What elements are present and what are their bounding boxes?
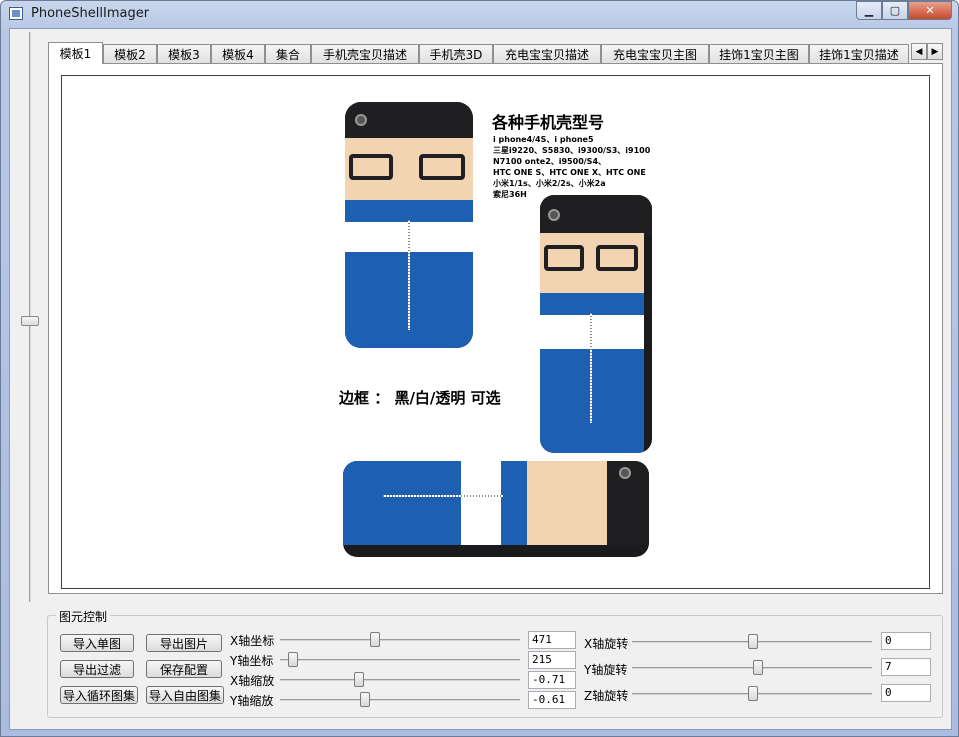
phone-case-front [345, 102, 473, 348]
y-scale-field[interactable]: -0.61 [528, 691, 576, 709]
x-position-slider-thumb[interactable] [370, 632, 380, 647]
product-image: 各种手机壳型号 i phone4/4S、i phone5 三星i9220、S58… [317, 91, 673, 569]
tab-template-3[interactable]: 模板3 [157, 44, 211, 63]
model-line: N7100 onte2、i9500/S4、 [493, 157, 607, 166]
y-scale-slider[interactable] [280, 692, 520, 707]
x-rotation-label: X轴旋转 [584, 637, 629, 651]
window-title: PhoneShellImager [31, 6, 150, 21]
tab-power-bank-description[interactable]: 充电宝宝贝描述 [493, 44, 601, 63]
frame-options-text: 边框 ： 黑/白/透明 可选 [339, 389, 501, 407]
tab-template-4[interactable]: 模板4 [211, 44, 265, 63]
tab-pane: 各种手机壳型号 i phone4/4S、i phone5 三星i9220、S58… [48, 63, 943, 594]
y-position-slider-thumb[interactable] [288, 652, 298, 667]
x-scale-label: X轴缩放 [230, 674, 275, 688]
y-rotation-slider-thumb[interactable] [753, 660, 763, 675]
x-position-label: X轴坐标 [230, 634, 275, 648]
title-bar[interactable]: PhoneShellImager ▁ ▢ ✕ [1, 1, 958, 27]
model-line: i phone4/4S、i phone5 [493, 135, 594, 144]
save-config-button[interactable]: 保存配置 [146, 660, 222, 678]
y-position-field[interactable]: 215 [528, 651, 576, 669]
tab-scroll-left-icon[interactable]: ◀ [911, 43, 927, 60]
product-title: 各种手机壳型号 [492, 113, 605, 132]
close-button[interactable]: ✕ [908, 1, 952, 20]
z-rotation-label: Z轴旋转 [584, 689, 629, 703]
y-rotation-field[interactable]: 7 [881, 658, 931, 676]
tab-phone-case-3d[interactable]: 手机壳3D [419, 44, 493, 63]
x-scale-slider-thumb[interactable] [354, 672, 364, 687]
tab-power-bank-main-image[interactable]: 充电宝宝贝主图 [601, 44, 709, 63]
y-rotation-slider[interactable] [632, 660, 872, 675]
model-line: 小米1/1s、小米2/2s、小米2a [493, 179, 606, 188]
model-line: HTC ONE S、HTC ONE X、HTC ONE [493, 168, 646, 177]
model-line: 索尼36H [493, 190, 527, 199]
x-position-field[interactable]: 471 [528, 631, 576, 649]
y-rotation-label: Y轴旋转 [584, 663, 628, 677]
export-filter-button[interactable]: 导出过滤 [60, 660, 134, 678]
y-scale-label: Y轴缩放 [230, 694, 274, 708]
x-position-slider[interactable] [280, 632, 520, 647]
z-rotation-field[interactable]: 0 [881, 684, 931, 702]
z-rotation-slider[interactable] [632, 686, 872, 701]
app-window: PhoneShellImager ▁ ▢ ✕ 模板1 模板2 模板3 模板4 集… [0, 0, 959, 737]
minimize-button[interactable]: ▁ [856, 1, 882, 20]
maximize-button[interactable]: ▢ [882, 1, 908, 20]
import-single-button[interactable]: 导入单图 [60, 634, 134, 652]
tab-template-2[interactable]: 模板2 [103, 44, 157, 63]
import-loop-set-button[interactable]: 导入循环图集 [60, 686, 138, 704]
y-scale-slider-thumb[interactable] [360, 692, 370, 707]
tab-pendant-main-image[interactable]: 挂饰1宝贝主图 [709, 44, 809, 63]
x-rotation-slider[interactable] [632, 634, 872, 649]
tab-scroll-right-icon[interactable]: ▶ [927, 43, 943, 60]
x-rotation-field[interactable]: 0 [881, 632, 931, 650]
import-free-set-button[interactable]: 导入自由图集 [146, 686, 224, 704]
phone-case-lying [343, 461, 649, 557]
tab-template-1[interactable]: 模板1 [48, 42, 103, 64]
export-image-button[interactable]: 导出图片 [146, 634, 222, 652]
client-area: 模板1 模板2 模板3 模板4 集合 手机壳宝贝描述 手机壳3D 充电宝宝贝描述… [9, 28, 952, 730]
preview-canvas[interactable]: 各种手机壳型号 i phone4/4S、i phone5 三星i9220、S58… [61, 75, 930, 589]
tab-bar: 模板1 模板2 模板3 模板4 集合 手机壳宝贝描述 手机壳3D 充电宝宝贝描述… [48, 42, 943, 64]
tab-pendant-description[interactable]: 挂饰1宝贝描述 [809, 44, 909, 63]
y-position-slider[interactable] [280, 652, 520, 667]
x-rotation-slider-thumb[interactable] [748, 634, 758, 649]
phone-case-side [540, 195, 652, 453]
tab-collection[interactable]: 集合 [265, 44, 311, 63]
vertical-slider-thumb[interactable] [21, 316, 39, 326]
app-icon [9, 7, 23, 20]
model-line: 三星i9220、S5830、i9300/S3、i9100 [493, 146, 651, 155]
group-title: 图元控制 [56, 608, 111, 625]
z-rotation-slider-thumb[interactable] [748, 686, 758, 701]
x-scale-slider[interactable] [280, 672, 520, 687]
x-scale-field[interactable]: -0.71 [528, 671, 576, 689]
tab-phone-case-description[interactable]: 手机壳宝贝描述 [311, 44, 419, 63]
y-position-label: Y轴坐标 [230, 654, 274, 668]
